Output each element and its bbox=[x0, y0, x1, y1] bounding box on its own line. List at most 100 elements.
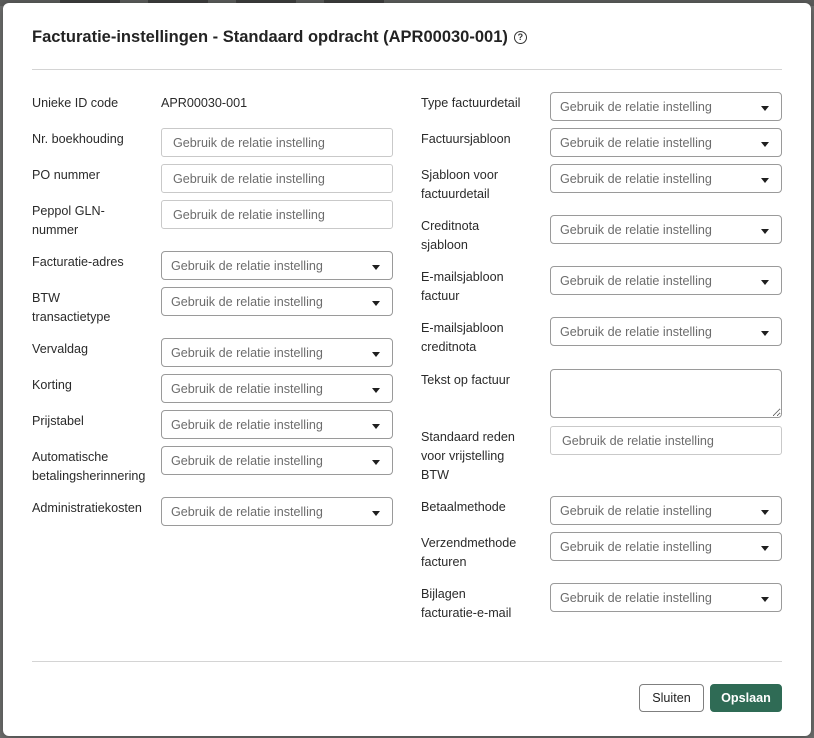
select-value: Gebruik de relatie instelling bbox=[560, 171, 712, 186]
discount-label: Korting bbox=[32, 378, 72, 392]
email-invoice-template-select[interactable]: Gebruik de relatie instelling bbox=[550, 266, 782, 295]
select-value: Gebruik de relatie instelling bbox=[171, 294, 323, 309]
peppol-label: Peppol GLN- nummer bbox=[32, 202, 105, 240]
caret-down-icon bbox=[372, 460, 380, 465]
detail-type-select[interactable]: Gebruik de relatie instelling bbox=[550, 92, 782, 121]
unique-id-label: Unieke ID code bbox=[32, 96, 119, 110]
footer-divider bbox=[32, 661, 782, 662]
peppol-label-line1: Peppol GLN- bbox=[32, 204, 105, 218]
due-day-label: Vervaldag bbox=[32, 342, 89, 356]
select-value: Gebruik de relatie instelling bbox=[560, 590, 712, 605]
select-value: Gebruik de relatie instelling bbox=[171, 381, 323, 396]
email-attachments-label: Bijlagen facturatie-e-mail bbox=[421, 585, 511, 623]
payment-reminder-select[interactable]: Gebruik de relatie instelling bbox=[161, 446, 393, 475]
credit-template-select[interactable]: Gebruik de relatie instelling bbox=[550, 215, 782, 244]
po-number-input[interactable] bbox=[161, 164, 393, 193]
select-value: Gebruik de relatie instelling bbox=[171, 453, 323, 468]
caret-down-icon bbox=[372, 388, 380, 393]
email-credit-template-select[interactable]: Gebruik de relatie instelling bbox=[550, 317, 782, 346]
email-attachments-label-line2: facturatie-e-mail bbox=[421, 606, 512, 620]
select-value: Gebruik de relatie instelling bbox=[171, 504, 323, 519]
credit-template-label-line1: Creditnota bbox=[421, 219, 480, 233]
email-credit-template-label-line1: E-mailsjabloon bbox=[421, 321, 504, 335]
caret-down-icon bbox=[761, 106, 769, 111]
payment-reminder-label: Automatische betalingsherinnering bbox=[32, 448, 145, 486]
price-table-label: Prijstabel bbox=[32, 414, 84, 428]
select-value: Gebruik de relatie instelling bbox=[560, 324, 712, 339]
vat-type-label: BTW transactietype bbox=[32, 289, 110, 327]
detail-type-label: Type factuurdetail bbox=[421, 96, 521, 110]
header-divider bbox=[32, 69, 782, 70]
detail-template-label-line1: Sjabloon voor bbox=[421, 168, 499, 182]
vat-exempt-reason-label-line3: BTW bbox=[421, 468, 449, 482]
email-credit-template-label: E-mailsjabloon creditnota bbox=[421, 319, 504, 357]
payment-method-label: Betaalmethode bbox=[421, 500, 506, 514]
billing-address-select[interactable]: Gebruik de relatie instelling bbox=[161, 251, 393, 280]
shipping-method-select[interactable]: Gebruik de relatie instelling bbox=[550, 532, 782, 561]
bookkeeping-input[interactable] bbox=[161, 128, 393, 157]
admin-costs-select[interactable]: Gebruik de relatie instelling bbox=[161, 497, 393, 526]
detail-template-label: Sjabloon voor factuurdetail bbox=[421, 166, 498, 204]
shipping-method-label-line2: facturen bbox=[421, 555, 467, 569]
payment-reminder-label-line2: betalingsherinnering bbox=[32, 469, 146, 483]
caret-down-icon bbox=[761, 142, 769, 147]
discount-select[interactable]: Gebruik de relatie instelling bbox=[161, 374, 393, 403]
select-value: Gebruik de relatie instelling bbox=[560, 99, 712, 114]
select-value: Gebruik de relatie instelling bbox=[171, 345, 323, 360]
vat-exempt-reason-label-line2: voor vrijstelling bbox=[421, 449, 505, 463]
vat-type-label-line2: transactietype bbox=[32, 310, 111, 324]
invoice-text-label: Tekst op factuur bbox=[421, 373, 510, 387]
caret-down-icon bbox=[761, 510, 769, 515]
bookkeeping-label: Nr. boekhouding bbox=[32, 132, 124, 146]
detail-template-select[interactable]: Gebruik de relatie instelling bbox=[550, 164, 782, 193]
save-button[interactable]: Opslaan bbox=[710, 684, 782, 712]
email-invoice-template-label-line1: E-mailsjabloon bbox=[421, 270, 504, 284]
caret-down-icon bbox=[372, 265, 380, 270]
caret-down-icon bbox=[372, 511, 380, 516]
caret-down-icon bbox=[761, 546, 769, 551]
caret-down-icon bbox=[372, 301, 380, 306]
select-value: Gebruik de relatie instelling bbox=[560, 222, 712, 237]
dialog-title-text: Facturatie-instellingen - Standaard opdr… bbox=[32, 28, 508, 46]
select-value: Gebruik de relatie instelling bbox=[171, 417, 323, 432]
select-value: Gebruik de relatie instelling bbox=[560, 273, 712, 288]
select-value: Gebruik de relatie instelling bbox=[560, 503, 712, 518]
credit-template-label-line2: sjabloon bbox=[421, 238, 468, 252]
email-attachments-label-line1: Bijlagen bbox=[421, 587, 466, 601]
credit-template-label: Creditnota sjabloon bbox=[421, 217, 479, 255]
shipping-method-label-line1: Verzendmethode bbox=[421, 536, 517, 550]
caret-down-icon bbox=[372, 424, 380, 429]
due-day-select[interactable]: Gebruik de relatie instelling bbox=[161, 338, 393, 367]
email-credit-template-label-line2: creditnota bbox=[421, 340, 477, 354]
email-attachments-select[interactable]: Gebruik de relatie instelling bbox=[550, 583, 782, 612]
vat-exempt-reason-label-line1: Standaard reden bbox=[421, 430, 515, 444]
vat-exempt-reason-label: Standaard reden voor vrijstelling BTW bbox=[421, 428, 515, 485]
close-button[interactable]: Sluiten bbox=[639, 684, 704, 712]
caret-down-icon bbox=[761, 178, 769, 183]
vat-exempt-reason-input[interactable] bbox=[550, 426, 782, 455]
email-invoice-template-label: E-mailsjabloon factuur bbox=[421, 268, 504, 306]
admin-costs-label: Administratiekosten bbox=[32, 501, 142, 515]
question-circle-icon[interactable]: ? bbox=[513, 31, 527, 44]
vat-type-select[interactable]: Gebruik de relatie instelling bbox=[161, 287, 393, 316]
invoice-template-label: Factuursjabloon bbox=[421, 132, 511, 146]
caret-down-icon bbox=[761, 229, 769, 234]
billing-address-label: Facturatie-adres bbox=[32, 255, 124, 269]
vat-type-label-line1: BTW bbox=[32, 291, 60, 305]
shipping-method-label: Verzendmethode facturen bbox=[421, 534, 516, 572]
caret-down-icon bbox=[761, 597, 769, 602]
invoice-text-textarea[interactable] bbox=[550, 369, 782, 418]
caret-down-icon bbox=[761, 331, 769, 336]
invoice-template-select[interactable]: Gebruik de relatie instelling bbox=[550, 128, 782, 157]
price-table-select[interactable]: Gebruik de relatie instelling bbox=[161, 410, 393, 439]
select-value: Gebruik de relatie instelling bbox=[171, 258, 323, 273]
payment-method-select[interactable]: Gebruik de relatie instelling bbox=[550, 496, 782, 525]
po-number-label: PO nummer bbox=[32, 168, 100, 182]
unique-id-value: APR00030-001 bbox=[161, 96, 248, 110]
peppol-input[interactable] bbox=[161, 200, 393, 229]
email-invoice-template-label-line2: factuur bbox=[421, 289, 460, 303]
select-value: Gebruik de relatie instelling bbox=[560, 539, 712, 554]
caret-down-icon bbox=[372, 352, 380, 357]
select-value: Gebruik de relatie instelling bbox=[560, 135, 712, 150]
billing-settings-dialog: Facturatie-instellingen - Standaard opdr… bbox=[3, 3, 811, 736]
